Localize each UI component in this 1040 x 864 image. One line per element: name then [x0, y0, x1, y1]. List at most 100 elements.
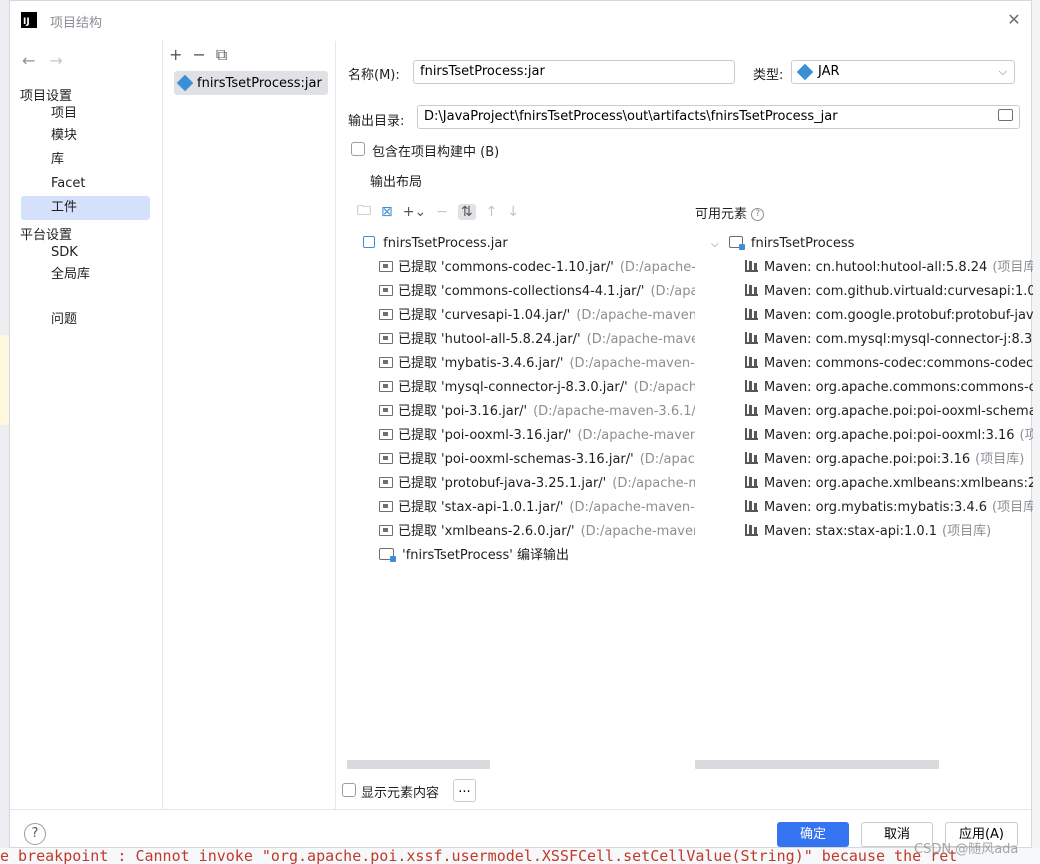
name-field[interactable]: fnirsTsetProcess:jar [413, 60, 735, 84]
output-dir-label: 输出目录: [348, 114, 405, 129]
chevron-down-icon: ⌵ [998, 65, 1007, 78]
extracted-row[interactable]: 已提取'poi-ooxml-schemas-3.16.jar/' (D:/apac… [379, 448, 695, 472]
extracted-name: 'poi-3.16.jar/' [441, 404, 528, 419]
move-up-icon[interactable]: ↑ [486, 204, 498, 220]
library-suffix: (项目库) [992, 500, 1033, 515]
move-down-icon[interactable]: ↓ [507, 204, 519, 220]
include-in-build-checkbox[interactable] [351, 142, 365, 156]
help-button[interactable]: ? [24, 823, 46, 845]
sidebar-item-modules[interactable]: 模块 [21, 124, 150, 148]
extracted-row[interactable]: 已提取'poi-3.16.jar/' (D:/apache-maven-3.6.1… [379, 400, 695, 424]
extracted-row[interactable]: 已提取'xmlbeans-2.6.0.jar/' (D:/apache-maven… [379, 520, 695, 544]
add-icon[interactable]: + [169, 45, 182, 65]
available-library-row[interactable]: Maven: org.apache.xmlbeans:xmlbeans:2.6.… [745, 472, 1033, 496]
extracted-row[interactable]: 已提取'commons-codec-1.10.jar/' (D:/apache-m [379, 256, 695, 280]
available-root[interactable]: ⌵ fnirsTsetProcess [711, 232, 854, 256]
more-options-button[interactable]: ... [453, 779, 476, 802]
extracted-name: 'poi-ooxml-schemas-3.16.jar/' [441, 452, 634, 467]
extracted-archive-icon [379, 525, 393, 536]
tab-output-layout[interactable]: 输出布局 [370, 171, 422, 190]
extracted-row[interactable]: 已提取'commons-collections4-4.1.jar/' (D:/ap… [379, 280, 695, 304]
available-library-row[interactable]: Maven: org.apache.poi:poi-ooxml:3.16 (项目 [745, 424, 1033, 448]
forward-arrow-icon[interactable]: → [49, 51, 62, 70]
available-library-row[interactable]: Maven: com.github.virtuald:curvesapi:1.0… [745, 280, 1033, 304]
output-dir-field[interactable]: D:\JavaProject\fnirsTsetProcess\out\arti… [417, 105, 1020, 129]
include-in-build-label: 包含在项目构建中 (B) [372, 145, 500, 160]
extracted-name: 'mysql-connector-j-8.3.0.jar/' [441, 380, 628, 395]
ide-right-gutter [1032, 0, 1040, 848]
create-directory-icon[interactable]: 🗀 [357, 200, 371, 224]
tree-root[interactable]: fnirsTsetProcess.jar [363, 232, 508, 256]
library-name: Maven: com.mysql:mysql-connector-j:8.3.0 [764, 332, 1033, 347]
sidebar-item-artifacts[interactable]: 工件 [21, 196, 150, 220]
extracted-row[interactable]: 已提取'mybatis-3.4.6.jar/' (D:/apache-maven-… [379, 352, 695, 376]
available-library-row[interactable]: Maven: com.mysql:mysql-connector-j:8.3.0 [745, 328, 1033, 352]
library-icon [745, 452, 758, 464]
extracted-name: 'hutool-all-5.8.24.jar/' [441, 332, 581, 347]
available-library-row[interactable]: Maven: org.mybatis:mybatis:3.4.6 (项目库) [745, 496, 1033, 520]
compile-output-row[interactable]: 'fnirsTsetProcess' 编译输出 [379, 544, 569, 568]
available-library-row[interactable]: Maven: commons-codec:commons-codec:1. [745, 352, 1033, 376]
library-name: Maven: org.apache.poi:poi-ooxml:3.16 [764, 428, 1015, 443]
show-content-checkbox[interactable] [342, 783, 356, 797]
available-library-row[interactable]: Maven: org.apache.commons:commons-coll [745, 376, 1033, 400]
extracted-row[interactable]: 已提取'hutool-all-5.8.24.jar/' (D:/apache-ma… [379, 328, 695, 352]
type-select[interactable]: JAR ⌵ [791, 60, 1015, 84]
extracted-path: (D:/apache-maven [586, 332, 695, 347]
extracted-archive-icon [379, 261, 393, 272]
extracted-row[interactable]: 已提取'stax-api-1.0.1.jar/' (D:/apache-maven… [379, 496, 695, 520]
extracted-row[interactable]: 已提取'mysql-connector-j-8.3.0.jar/' (D:/apa… [379, 376, 695, 400]
library-icon [745, 356, 758, 368]
available-library-row[interactable]: Maven: cn.hutool:hutool-all:5.8.24 (项目库) [745, 256, 1033, 280]
available-library-row[interactable]: Maven: org.apache.poi:poi:3.16 (项目库) [745, 448, 1024, 472]
library-icon [745, 476, 758, 488]
library-icon [745, 500, 758, 512]
copy-icon[interactable]: ⧉ [216, 45, 227, 65]
sidebar-item-libraries[interactable]: 库 [21, 148, 150, 172]
extracted-name: 'mybatis-3.4.6.jar/' [441, 356, 564, 371]
extracted-archive-icon [379, 285, 393, 296]
library-icon [745, 380, 758, 392]
extracted-path: (D:/apache-maven-3. [569, 500, 695, 515]
library-name: Maven: commons-codec:commons-codec:1. [764, 356, 1033, 371]
available-library-row[interactable]: Maven: org.apache.poi:poi-ooxml-schemas: [745, 400, 1033, 424]
extracted-prefix: 已提取 [398, 284, 438, 299]
extracted-row[interactable]: 已提取'curvesapi-1.04.jar/' (D:/apache-maven… [379, 304, 695, 328]
sidebar-item-project[interactable]: 项目 [21, 102, 150, 126]
extracted-name: 'xmlbeans-2.6.0.jar/' [441, 524, 575, 539]
left-horizontal-scrollbar[interactable] [347, 760, 490, 769]
extracted-path: (D:/apache-maven-3 [577, 428, 695, 443]
right-horizontal-scrollbar[interactable] [695, 760, 939, 769]
library-icon [745, 428, 758, 440]
artifact-jar-icon [176, 74, 194, 92]
available-elements-label: 可用元素 ? [695, 203, 765, 222]
library-suffix: (项目库) [992, 260, 1033, 275]
remove-icon[interactable]: − [192, 45, 205, 65]
extracted-archive-icon [379, 357, 393, 368]
ok-button[interactable]: 确定 [777, 822, 849, 847]
library-name: Maven: org.mybatis:mybatis:3.4.6 [764, 500, 988, 515]
extracted-path: (D:/apache-maven-3 [576, 308, 695, 323]
project-structure-dialog: IJ 项目结构 ✕ ← → 项目设置 项目 模块 库 Facet 工件 平台设置… [9, 0, 1033, 848]
extracted-path: (D:/apache-maven-3. [569, 356, 695, 371]
sidebar-item-global-libraries[interactable]: 全局库 [21, 263, 150, 287]
extracted-row[interactable]: 已提取'poi-ooxml-3.16.jar/' (D:/apache-maven… [379, 424, 695, 448]
chevron-down-icon[interactable]: ⌵ [711, 239, 719, 250]
sort-icon[interactable]: ⇅ [457, 204, 476, 220]
sidebar-item-facets[interactable]: Facet [21, 172, 150, 196]
type-value: JAR [818, 64, 840, 79]
extracted-row[interactable]: 已提取'protobuf-java-3.25.1.jar/' (D:/apache… [379, 472, 695, 496]
help-icon[interactable]: ? [751, 208, 765, 221]
sidebar-item-problems[interactable]: 问题 [21, 308, 150, 332]
artifact-list-item[interactable]: fnirsTsetProcess:jar [174, 71, 328, 95]
back-arrow-icon[interactable]: ← [22, 51, 35, 70]
available-library-row[interactable]: Maven: com.google.protobuf:protobuf-java… [745, 304, 1033, 328]
remove-element-icon[interactable]: − [436, 204, 448, 220]
close-icon[interactable]: ✕ [1005, 11, 1023, 29]
available-library-row[interactable]: Maven: stax:stax-api:1.0.1 (项目库) [745, 520, 991, 544]
extracted-archive-icon [379, 405, 393, 416]
browse-folder-icon[interactable] [998, 109, 1013, 121]
sidebar-item-sdk[interactable]: SDK [21, 241, 150, 265]
create-archive-icon[interactable]: ⊠ [381, 204, 393, 220]
add-copy-icon[interactable]: +⌄ [403, 204, 426, 220]
